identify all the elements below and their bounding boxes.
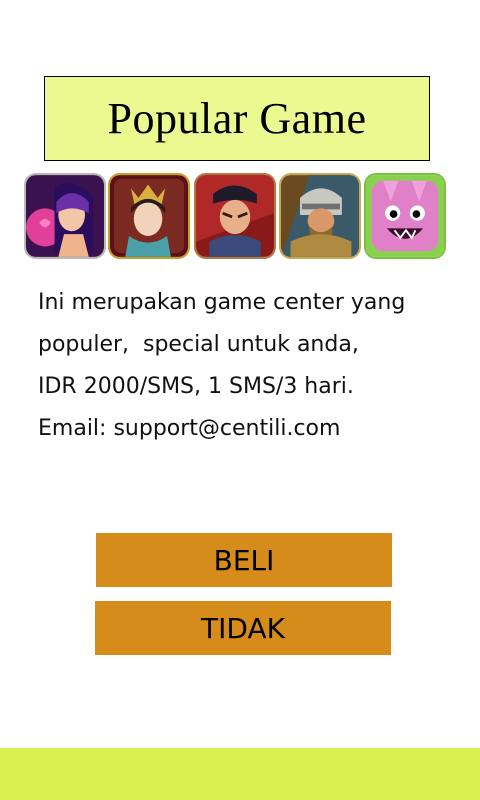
hero-warrior-game-icon[interactable] (194, 173, 276, 259)
page-title: Popular Game (107, 94, 367, 143)
footer-bar (0, 748, 480, 800)
crowned-princess-game-icon[interactable] (108, 173, 190, 259)
description: Ini merupakan game center yang populer, … (38, 282, 458, 450)
support-email: Email: support@centili.com (38, 416, 341, 441)
game-icons-row (24, 173, 450, 259)
decline-button[interactable]: TIDAK (95, 601, 391, 655)
description-line: populer, special untuk anda, (38, 332, 359, 357)
pink-monster-game-icon[interactable] (364, 173, 446, 259)
pricing-line: IDR 2000/SMS, 1 SMS/3 hari. (38, 374, 354, 399)
armored-knight-game-icon[interactable] (279, 173, 361, 259)
description-line: Ini merupakan game center yang (38, 290, 406, 315)
buy-button[interactable]: BELI (96, 533, 392, 587)
title-banner: Popular Game (44, 76, 430, 161)
pink-haired-heroine-game-icon[interactable] (24, 173, 106, 259)
